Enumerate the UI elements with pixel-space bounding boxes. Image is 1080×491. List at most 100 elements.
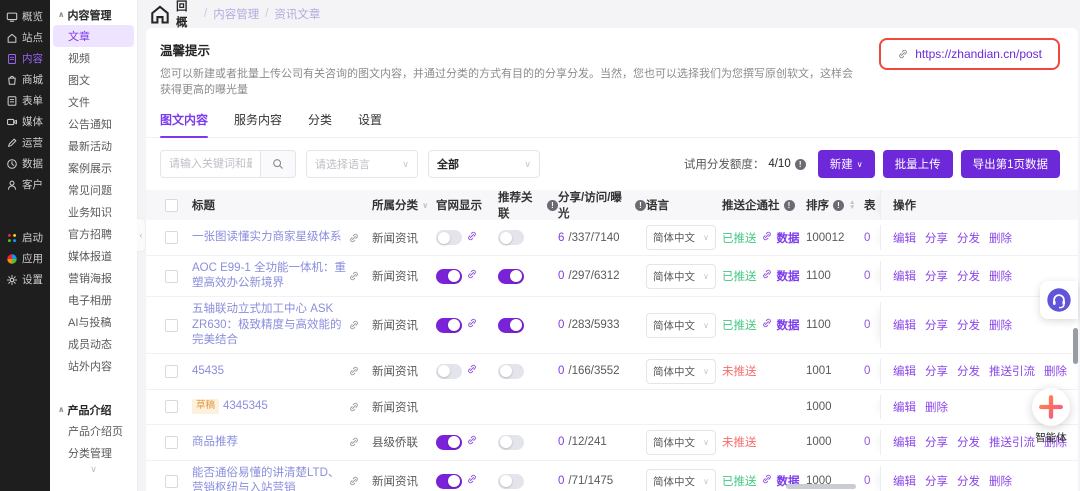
action-link[interactable]: 编辑 — [893, 473, 916, 489]
title-link-icon[interactable] — [348, 302, 372, 348]
action-link[interactable]: 删除 — [989, 268, 1012, 284]
action-link[interactable]: 编辑 — [893, 434, 916, 450]
sidebar-item-link[interactable]: 成员动态 — [50, 333, 137, 355]
title-link-icon[interactable] — [348, 261, 372, 291]
category-select[interactable]: 全部 ∨ — [428, 150, 540, 178]
action-link[interactable]: 分发 — [957, 230, 980, 246]
rail-item-mall[interactable]: 商城 — [0, 69, 50, 90]
extra-value-cell[interactable]: 0 — [864, 359, 880, 384]
sidebar-item-link[interactable]: 产品介绍页 — [50, 420, 137, 442]
tab-category[interactable]: 分类 — [308, 111, 332, 137]
action-link[interactable]: 分发 — [957, 268, 980, 284]
article-title-link[interactable]: AOC E99-1 全功能一体机：重塑高效办公新境界 — [192, 261, 348, 291]
sidebar-item-link[interactable]: 案例展示 — [50, 157, 137, 179]
tab-settings[interactable]: 设置 — [358, 111, 382, 137]
extra-value-cell[interactable]: 0 — [864, 430, 880, 455]
sidebar-item-link[interactable]: 营销海报 — [50, 267, 137, 289]
title-link-icon[interactable] — [348, 430, 372, 455]
rail-item-content[interactable]: 内容 — [0, 48, 50, 69]
article-title-link[interactable]: 能否通俗易懂的讲清楚LTD、营销枢纽与入站营销 — [192, 466, 348, 491]
rail-item-form[interactable]: 表单 — [0, 90, 50, 111]
action-link[interactable]: 分享 — [925, 268, 948, 284]
export-page-button[interactable]: 导出第1页数据 — [961, 150, 1060, 178]
ai-agent-launcher[interactable]: 智能体 — [1032, 388, 1070, 445]
action-link[interactable]: 编辑 — [893, 363, 916, 379]
sidebar-item-link[interactable]: 常见问题 — [50, 179, 137, 201]
preview-link-icon[interactable] — [466, 267, 478, 285]
action-link[interactable]: 删除 — [989, 317, 1012, 333]
extra-value-cell[interactable] — [864, 395, 880, 419]
action-link[interactable]: 分发 — [957, 363, 980, 379]
recommend-toggle[interactable] — [498, 230, 524, 245]
rail-item-data[interactable]: 数据 — [0, 153, 50, 174]
action-link[interactable]: 编辑 — [893, 399, 916, 415]
col-category[interactable]: 所属分类∨ — [372, 190, 436, 220]
sort-value-cell[interactable]: 1100 — [806, 302, 864, 348]
vertical-scrollbar[interactable] — [1073, 328, 1078, 364]
col-sort[interactable]: 排序!▲▼ — [806, 190, 864, 220]
row-checkbox[interactable] — [165, 475, 178, 488]
action-link[interactable]: 编辑 — [893, 317, 916, 333]
sidebar-item-link[interactable]: 视频 — [50, 47, 137, 69]
search-button[interactable] — [260, 150, 296, 178]
preview-link-icon[interactable] — [466, 433, 478, 451]
row-language-select[interactable]: 简体中文∨ — [646, 313, 716, 338]
push-link-icon[interactable] — [761, 267, 773, 285]
sidebar-item-link[interactable]: 最新活动 — [50, 135, 137, 157]
tab-service-content[interactable]: 服务内容 — [234, 111, 282, 137]
website-display-toggle[interactable] — [436, 474, 462, 489]
rail-item-media[interactable]: 媒体 — [0, 111, 50, 132]
action-link[interactable]: 编辑 — [893, 230, 916, 246]
action-link[interactable]: 删除 — [989, 473, 1012, 489]
extra-value-cell[interactable]: 0 — [864, 302, 880, 348]
post-url-link[interactable]: https://zhandian.cn/post — [879, 38, 1060, 70]
article-title-link[interactable]: 商品推荐 — [192, 435, 238, 450]
push-data-link[interactable]: 数据 — [777, 317, 800, 333]
create-button[interactable]: 新建∨ — [818, 150, 875, 178]
sort-value-cell[interactable]: 1000 — [806, 430, 864, 455]
row-checkbox[interactable] — [165, 365, 178, 378]
menu-scroll-down-icon[interactable]: ∨ — [50, 464, 137, 480]
push-data-link[interactable]: 数据 — [777, 230, 800, 246]
row-checkbox[interactable] — [165, 436, 178, 449]
sort-value-cell[interactable]: 100012 — [806, 225, 864, 250]
action-link[interactable]: 推送引流 — [989, 434, 1035, 450]
title-link-icon[interactable] — [348, 466, 372, 491]
article-title-link[interactable]: 五轴联动立式加工中心 ASK ZR630：极致精度与高效能的完美结合 — [192, 302, 348, 348]
sidebar-item-link[interactable]: 公告通知 — [50, 113, 137, 135]
article-title-link[interactable]: 45435 — [192, 364, 224, 379]
row-checkbox[interactable] — [165, 319, 178, 332]
row-checkbox[interactable] — [165, 400, 178, 413]
select-all-checkbox[interactable] — [165, 199, 178, 212]
preview-link-icon[interactable] — [466, 316, 478, 334]
row-language-select[interactable]: 简体中文∨ — [646, 430, 716, 455]
row-language-select[interactable]: 简体中文∨ — [646, 469, 716, 491]
recommend-toggle[interactable] — [498, 435, 524, 450]
sidebar-item-link[interactable]: 文件 — [50, 91, 137, 113]
sidebar-item-link[interactable]: 业务知识 — [50, 201, 137, 223]
title-link-icon[interactable] — [348, 359, 372, 384]
sidebar-item-link[interactable]: 媒体报道 — [50, 245, 137, 267]
push-link-icon[interactable] — [761, 229, 773, 247]
extra-value-cell[interactable]: 0 — [864, 261, 880, 291]
preview-link-icon[interactable] — [466, 229, 478, 247]
sidebar-item-active[interactable]: 文章 — [53, 25, 134, 47]
recommend-toggle[interactable] — [498, 318, 524, 333]
horizontal-scrollbar[interactable] — [786, 484, 856, 489]
sort-value-cell[interactable]: 1000 — [806, 395, 864, 419]
action-link[interactable]: 分发 — [957, 473, 980, 489]
article-title-link[interactable]: 草稿4345345 — [192, 399, 268, 414]
action-link[interactable]: 分享 — [925, 317, 948, 333]
sidebar-item-link[interactable]: 分类管理 — [50, 442, 137, 464]
tab-article-content[interactable]: 图文内容 — [160, 111, 208, 137]
action-link[interactable]: 删除 — [989, 230, 1012, 246]
row-language-select[interactable]: 简体中文∨ — [646, 264, 716, 289]
push-data-link[interactable]: 数据 — [777, 268, 800, 284]
article-title-link[interactable]: 一张图读懂实力商家星级体系 — [192, 230, 342, 245]
action-link[interactable]: 编辑 — [893, 268, 916, 284]
batch-upload-button[interactable]: 批量上传 — [883, 150, 953, 178]
row-checkbox[interactable] — [165, 270, 178, 283]
rail-item-overview[interactable]: 概览 — [0, 6, 50, 27]
rail-item-operation[interactable]: 运营 — [0, 132, 50, 153]
recommend-toggle[interactable] — [498, 474, 524, 489]
